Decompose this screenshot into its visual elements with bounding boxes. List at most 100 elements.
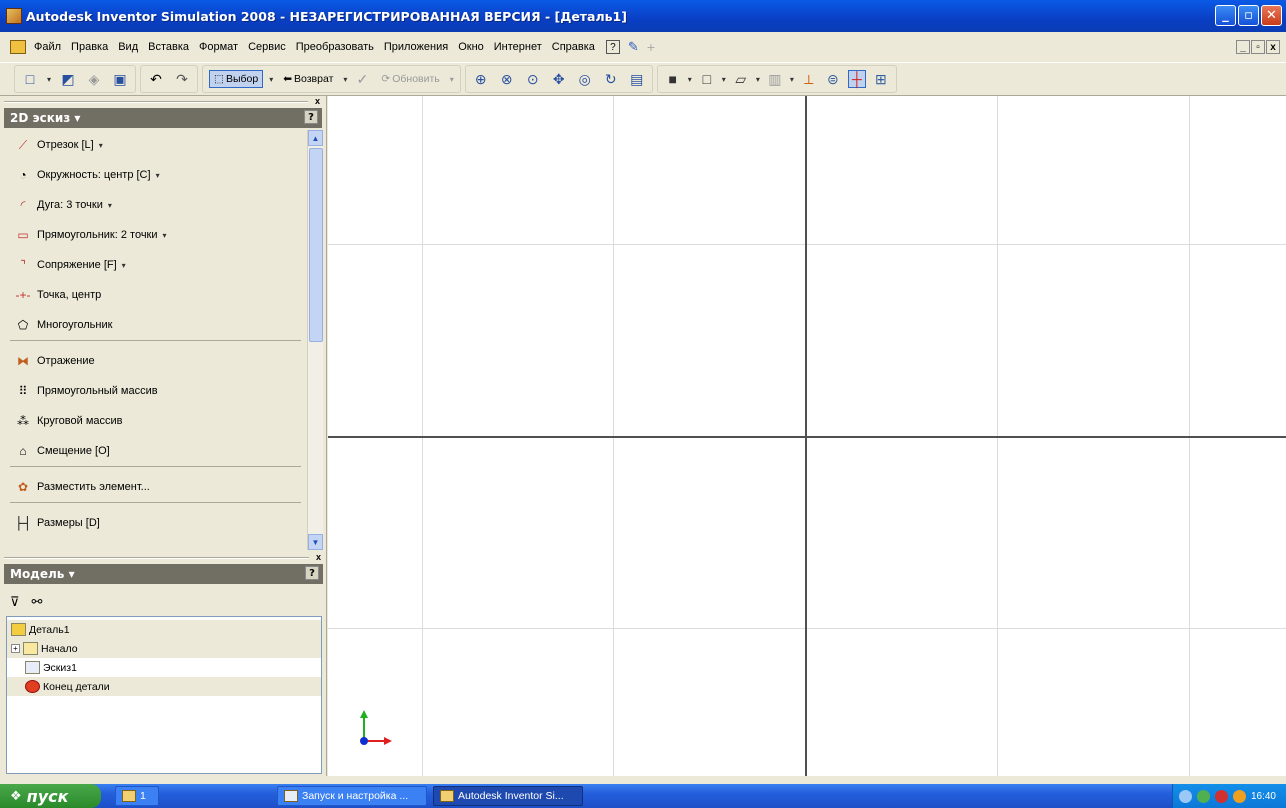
save-icon[interactable]: ▣: [111, 70, 129, 88]
start-label: пуск: [26, 786, 69, 806]
dimension-display-icon[interactable]: ⊞: [872, 70, 890, 88]
tool-mirror[interactable]: ⧓ Отражение: [4, 346, 307, 376]
chevron-down-icon[interactable]: ▾: [99, 141, 103, 150]
tree-item-origin[interactable]: + Начало: [7, 639, 321, 658]
select-button[interactable]: ⬚ Выбор: [209, 70, 264, 88]
chevron-down-icon[interactable]: ▾: [156, 171, 160, 180]
start-button[interactable]: ❖ пуск: [0, 784, 101, 808]
tray-network-icon[interactable]: [1196, 789, 1210, 803]
color-icon[interactable]: ▥: [766, 70, 784, 88]
menu-file[interactable]: Файл: [29, 41, 66, 53]
menu-edit[interactable]: Правка: [66, 41, 113, 53]
chevron-down-icon[interactable]: ▾: [122, 261, 126, 270]
chevron-down-icon[interactable]: ▾: [108, 201, 112, 210]
taskbar-task-document[interactable]: Запуск и настройка ...: [277, 786, 427, 806]
look-at-icon[interactable]: ▤: [628, 70, 646, 88]
sketch-panel-help-button[interactable]: ?: [304, 110, 318, 124]
plus-icon[interactable]: +: [647, 39, 655, 55]
filter-icon[interactable]: ⊽: [10, 594, 20, 610]
tool-line[interactable]: ⟋ Отрезок [L] ▾: [4, 130, 307, 160]
tool-rectangle[interactable]: ▭ Прямоугольник: 2 точки ▾: [4, 220, 307, 250]
menu-applications[interactable]: Приложения: [379, 41, 453, 53]
tool-arc[interactable]: ◜ Дуга: 3 точки ▾: [4, 190, 307, 220]
tray-security-icon[interactable]: [1214, 789, 1228, 803]
taskbar-group-folders[interactable]: 1: [115, 786, 159, 806]
help-topics-icon[interactable]: ?: [605, 40, 620, 54]
tree-item-end-of-part[interactable]: Конец детали: [7, 677, 321, 696]
whats-this-icon[interactable]: ✎: [628, 39, 639, 55]
model-panel-grip[interactable]: x: [0, 552, 327, 564]
graphics-window[interactable]: [328, 96, 1286, 776]
tray-update-icon[interactable]: [1232, 789, 1246, 803]
close-button[interactable]: ✕: [1261, 5, 1282, 26]
menu-view[interactable]: Вид: [113, 41, 143, 53]
sketch-panel-close-button[interactable]: x: [315, 96, 320, 106]
taskbar-task-inventor[interactable]: Autodesk Inventor Si...: [433, 786, 583, 806]
analysis-icon[interactable]: ⊜: [824, 70, 842, 88]
tool-rect-array[interactable]: ⠿ Прямоугольный массив: [4, 376, 307, 406]
find-icon[interactable]: ⚯: [32, 594, 43, 610]
mdi-close-button[interactable]: x: [1266, 40, 1280, 54]
update-label: Обновить: [392, 73, 440, 85]
tool-label: Дуга: 3 точки: [37, 199, 103, 211]
scroll-up-icon[interactable]: ▲: [308, 130, 323, 146]
zoom-window-icon[interactable]: ⊗: [498, 70, 516, 88]
slice-graphics-icon[interactable]: ⟂: [800, 70, 818, 88]
scroll-down-icon[interactable]: ▼: [308, 534, 323, 550]
model-panel-help-button[interactable]: ?: [305, 566, 319, 580]
restore-button[interactable]: ▫: [1238, 5, 1259, 26]
task-label: 1: [140, 790, 146, 802]
camera-icon[interactable]: ▱: [732, 70, 750, 88]
tool-place-feature[interactable]: ✿ Разместить элемент...: [4, 472, 307, 502]
shadow-icon[interactable]: □: [698, 70, 716, 88]
undo-icon[interactable]: ↶: [147, 70, 165, 88]
tree-item-part[interactable]: Деталь1: [7, 620, 321, 639]
scroll-thumb[interactable]: [309, 148, 323, 342]
dimension-icon: ├┤: [14, 516, 32, 530]
tool-offset[interactable]: ⌂ Смещение [O]: [4, 436, 307, 466]
minimize-button[interactable]: _: [1215, 5, 1236, 26]
zoom-selected-icon[interactable]: ◎: [576, 70, 594, 88]
sketch-grid-icon[interactable]: ┼: [847, 70, 866, 88]
menu-help[interactable]: Справка: [547, 41, 600, 53]
update-button[interactable]: ⟳ Обновить: [377, 71, 443, 87]
redo-icon[interactable]: ↷: [173, 70, 191, 88]
tool-point[interactable]: -+- Точка, центр: [4, 280, 307, 310]
rotate-icon[interactable]: ↻: [602, 70, 620, 88]
open-file-icon[interactable]: ◩: [59, 70, 77, 88]
menu-tools[interactable]: Сервис: [243, 41, 291, 53]
menu-convert[interactable]: Преобразовать: [291, 41, 379, 53]
zoom-all-icon[interactable]: ⊕: [472, 70, 490, 88]
model-panel-title[interactable]: Модель ▾: [10, 567, 75, 581]
new-file-icon[interactable]: □: [21, 70, 39, 88]
model-panel-close-button[interactable]: x: [316, 552, 321, 562]
tool-fillet[interactable]: ⌝ Сопряжение [F] ▾: [4, 250, 307, 280]
menu-insert[interactable]: Вставка: [143, 41, 194, 53]
document-icon[interactable]: [10, 40, 26, 54]
sketch-list-scrollbar[interactable]: ▲ ▼: [307, 130, 323, 550]
back-button[interactable]: ⬅ Возврат: [279, 71, 337, 87]
pan-icon[interactable]: ✥: [550, 70, 568, 88]
tool-dimension[interactable]: ├┤ Размеры [D]: [4, 508, 307, 538]
project-icon[interactable]: ◈: [85, 70, 103, 88]
chevron-down-icon[interactable]: ▾: [163, 231, 167, 240]
tool-polygon[interactable]: ⬠ Многоугольник: [4, 310, 307, 340]
menu-format[interactable]: Формат: [194, 41, 243, 53]
mdi-minimize-button[interactable]: _: [1236, 40, 1250, 54]
display-mode-icon[interactable]: ■: [664, 70, 682, 88]
menu-window[interactable]: Окно: [453, 41, 489, 53]
sketch-panel-grip[interactable]: x: [0, 96, 326, 108]
expand-icon[interactable]: +: [11, 644, 20, 653]
tray-arrow-icon[interactable]: [1178, 789, 1192, 803]
sketch-panel-header[interactable]: 2D эскиз ▾ ?: [4, 108, 322, 128]
model-panel-header[interactable]: Модель ▾ ?: [4, 564, 323, 584]
sketch-panel-title[interactable]: 2D эскиз ▾: [10, 111, 80, 125]
tool-circ-array[interactable]: ⁂ Круговой массив: [4, 406, 307, 436]
tree-item-sketch[interactable]: Эскиз1: [7, 658, 321, 677]
menu-internet[interactable]: Интернет: [489, 41, 547, 53]
tool-circle[interactable]: ◔ Окружность: центр [C] ▾: [4, 160, 307, 190]
sketch-tool-list: ⟋ Отрезок [L] ▾ ◔ Окружность: центр [C] ▾ …: [4, 130, 307, 550]
zoom-icon[interactable]: ⊙: [524, 70, 542, 88]
sketch-return-icon[interactable]: ✓: [353, 70, 371, 88]
mdi-restore-button[interactable]: ▫: [1251, 40, 1265, 54]
